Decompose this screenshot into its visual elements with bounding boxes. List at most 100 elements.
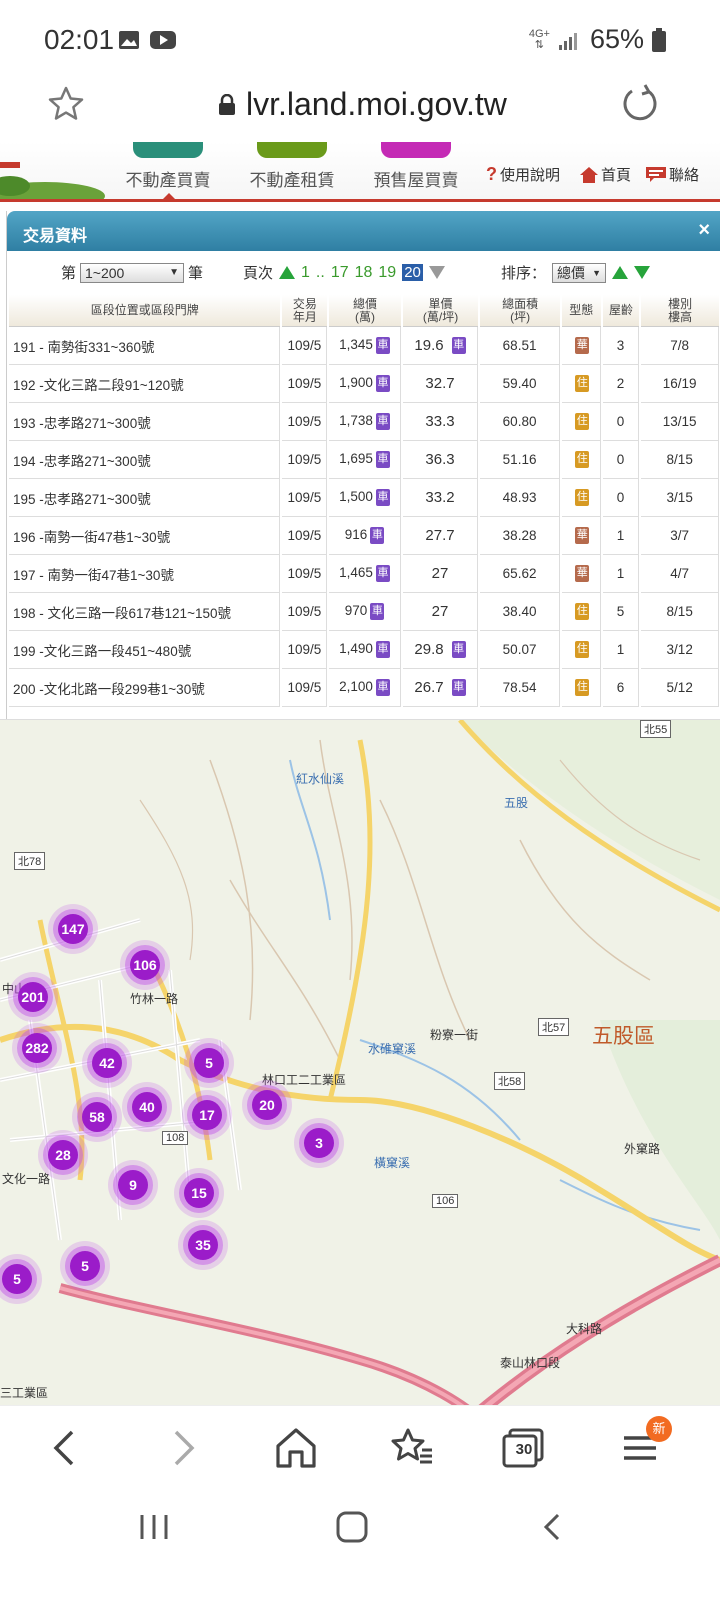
- car-badge-icon[interactable]: 車: [375, 565, 390, 582]
- map-label-road: 文化一路: [2, 1172, 51, 1186]
- car-badge-icon[interactable]: 車: [375, 337, 390, 354]
- bookmarks-icon[interactable]: [388, 1424, 436, 1472]
- cluster-marker[interactable]: 5: [70, 1251, 100, 1281]
- cell-area: 38.28: [480, 517, 560, 555]
- page-link[interactable]: 1: [301, 264, 310, 282]
- bookmark-star-icon[interactable]: [46, 84, 86, 124]
- menu-button[interactable]: 新: [616, 1416, 672, 1472]
- building-type-badge[interactable]: 華: [575, 337, 590, 354]
- cluster-marker[interactable]: 28: [48, 1140, 78, 1170]
- building-type-badge[interactable]: 住: [575, 641, 590, 658]
- system-back-icon[interactable]: [536, 1509, 572, 1545]
- map-view[interactable]: 北55 北78 北57 北58 108 106 五股區 林口工二工業區 三工業區…: [0, 719, 720, 1405]
- table-row[interactable]: 193 -忠孝路271~300號 109/5 1,738 車 33.3 60.80 住 0 13…: [9, 403, 719, 441]
- building-type-badge[interactable]: 住: [575, 413, 590, 430]
- building-type-badge[interactable]: 住: [575, 451, 590, 468]
- range-select[interactable]: 1~200 ▼: [80, 262, 185, 283]
- car-badge-icon[interactable]: 車: [375, 451, 390, 468]
- col-header-type[interactable]: 型態: [561, 295, 601, 327]
- cell-age: 2: [602, 365, 640, 403]
- cell-addr: 194 -忠孝路271~300號: [9, 441, 281, 479]
- cluster-marker[interactable]: 15: [184, 1178, 214, 1208]
- page-link[interactable]: 17: [331, 264, 349, 282]
- table-row[interactable]: 198 - 文化三路一段617巷121~150號 109/5 970 車 27 38.40…: [9, 593, 719, 631]
- cluster-marker[interactable]: 40: [132, 1092, 162, 1122]
- forward-icon[interactable]: [158, 1424, 206, 1472]
- car-badge-icon[interactable]: 車: [375, 489, 390, 506]
- cluster-marker[interactable]: 5: [194, 1048, 224, 1078]
- building-type-badge[interactable]: 住: [575, 603, 590, 620]
- home-button-icon[interactable]: [334, 1509, 370, 1545]
- sort-desc-icon[interactable]: [634, 266, 651, 279]
- recent-apps-icon[interactable]: [134, 1511, 174, 1543]
- home-link[interactable]: 首頁: [580, 164, 631, 185]
- building-type-badge[interactable]: 華: [575, 565, 590, 582]
- page-link[interactable]: 19: [378, 264, 396, 282]
- car-badge-icon[interactable]: 車: [370, 527, 385, 544]
- cluster-marker[interactable]: 58: [82, 1102, 112, 1132]
- cluster-marker[interactable]: 5: [2, 1264, 32, 1294]
- sort-asc-icon[interactable]: [612, 266, 629, 279]
- col-header-age[interactable]: 屋齡: [602, 295, 640, 327]
- car-badge-icon[interactable]: 車: [451, 337, 466, 355]
- table-row[interactable]: 197 - 南勢一街47巷1~30號 109/5 1,465 車 27 65.62 華 1 4/…: [9, 555, 719, 593]
- col-header-unit[interactable]: 單價 (萬/坪): [402, 295, 479, 327]
- car-badge-icon[interactable]: 車: [375, 375, 390, 392]
- cell-date: 109/5: [282, 631, 328, 669]
- home-icon[interactable]: [272, 1424, 320, 1472]
- cluster-marker[interactable]: 106: [130, 950, 160, 980]
- cluster-marker[interactable]: 20: [252, 1090, 282, 1120]
- tab-real-estate-rent[interactable]: 不動產租賃: [246, 142, 338, 199]
- cell-area: 78.54: [480, 669, 560, 707]
- next-page-icon[interactable]: [428, 266, 445, 279]
- cluster-marker[interactable]: 201: [18, 982, 48, 1012]
- building-type-badge[interactable]: 住: [575, 679, 590, 696]
- cell-date: 109/5: [282, 479, 328, 517]
- cluster-marker[interactable]: 17: [192, 1100, 222, 1130]
- tab-real-estate-sale[interactable]: 不動產買賣: [122, 142, 214, 199]
- help-link[interactable]: ? 使用說明: [486, 164, 560, 185]
- car-badge-icon[interactable]: 車: [375, 679, 390, 696]
- cluster-marker[interactable]: 147: [58, 914, 88, 944]
- table-row[interactable]: 200 -文化北路一段299巷1~30號 109/5 2,100 車 26.7 車 78.5…: [9, 669, 719, 707]
- cell-area: 65.62: [480, 555, 560, 593]
- sort-select[interactable]: 總價 ▼: [552, 262, 607, 283]
- table-row[interactable]: 195 -忠孝路271~300號 109/5 1,500 車 33.2 48.93 住 0 3/…: [9, 479, 719, 517]
- page-link[interactable]: 18: [355, 264, 373, 282]
- prev-page-icon[interactable]: [279, 266, 296, 279]
- car-badge-icon[interactable]: 車: [375, 641, 390, 658]
- table-row[interactable]: 199 -文化三路一段451~480號 109/5 1,490 車 29.8 車 50.07…: [9, 631, 719, 669]
- table-row[interactable]: 194 -忠孝路271~300號 109/5 1,695 車 36.3 51.16 住 0 8/…: [9, 441, 719, 479]
- col-header-total[interactable]: 總價 (萬): [329, 295, 401, 327]
- cluster-marker[interactable]: 9: [118, 1170, 148, 1200]
- cluster-marker[interactable]: 3: [304, 1128, 334, 1158]
- car-badge-icon[interactable]: 車: [375, 413, 390, 430]
- table-row[interactable]: 191 - 南勢街331~360號 109/5 1,345 車 19.6 車 68.51 華 3…: [9, 327, 719, 365]
- map-label-river: 水碓窠溪: [368, 1042, 417, 1056]
- address-field[interactable]: lvr.land.moi.gov.tw: [218, 86, 507, 123]
- cell-area: 48.93: [480, 479, 560, 517]
- reload-icon[interactable]: [618, 82, 662, 126]
- col-header-addr[interactable]: 區段位置或區段門牌: [9, 295, 281, 327]
- cluster-marker[interactable]: 282: [22, 1033, 52, 1063]
- close-icon[interactable]: ×: [698, 219, 710, 242]
- network-indicator: 4G+ ⇅: [528, 27, 550, 51]
- building-type-badge[interactable]: 住: [575, 375, 590, 392]
- tabs-button[interactable]: 30: [500, 1424, 548, 1472]
- table-row[interactable]: 196 -南勢一街47巷1~30號 109/5 916 車 27.7 38.28 華 1 3/7: [9, 517, 719, 555]
- tab-presale-sale[interactable]: 預售屋買賣: [370, 142, 462, 199]
- car-badge-icon[interactable]: 車: [370, 603, 385, 620]
- table-row[interactable]: 192 -文化三路二段91~120號 109/5 1,900 車 32.7 59.40 住 2…: [9, 365, 719, 403]
- back-icon[interactable]: [42, 1424, 90, 1472]
- car-badge-icon[interactable]: 車: [451, 641, 466, 659]
- cluster-marker[interactable]: 42: [92, 1048, 122, 1078]
- building-type-badge[interactable]: 華: [575, 527, 590, 544]
- cluster-marker[interactable]: 35: [188, 1230, 218, 1260]
- building-type-badge[interactable]: 住: [575, 489, 590, 506]
- cell-age: 1: [602, 555, 640, 593]
- contact-link[interactable]: 聯絡: [646, 164, 699, 185]
- col-header-floor[interactable]: 樓別 樓高: [641, 295, 719, 327]
- car-badge-icon[interactable]: 車: [451, 679, 466, 697]
- col-header-date[interactable]: 交易 年月: [282, 295, 328, 327]
- col-header-area[interactable]: 總面積 (坪): [480, 295, 560, 327]
